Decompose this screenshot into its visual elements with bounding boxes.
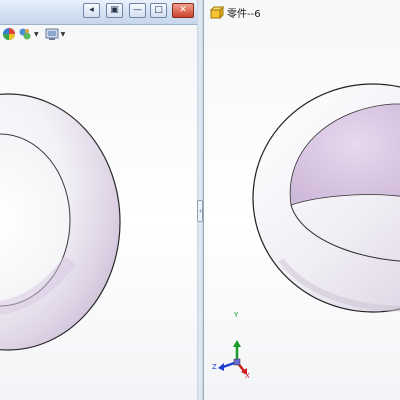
left-document-window[interactable]: ◂ ▣ — □ ✕ ▼ ▼: [0, 0, 198, 400]
z-axis-label: Z: [212, 363, 217, 371]
y-axis-arrow: [233, 340, 241, 347]
maximize-button[interactable]: □: [150, 3, 167, 18]
part-icon: [210, 5, 224, 19]
right-graphics-area[interactable]: [204, 26, 400, 400]
left-window-titlebar[interactable]: ◂ ▣ — □ ✕: [0, 0, 197, 25]
ring-model-right[interactable]: [252, 83, 400, 313]
orientation-triad: [218, 340, 247, 375]
restore-prev-button[interactable]: ◂: [83, 3, 100, 18]
minimize-button[interactable]: —: [129, 3, 146, 18]
document-title[interactable]: 零件--6: [210, 5, 261, 20]
x-axis-label: X: [245, 372, 250, 380]
ring-model-left[interactable]: [0, 93, 121, 351]
left-graphics-area[interactable]: [0, 26, 197, 400]
close-button[interactable]: ✕: [172, 3, 194, 18]
document-title-text: 零件--6: [227, 9, 261, 20]
right-document-window[interactable]: 零件--6 Y X Z: [203, 0, 400, 400]
y-axis-label: Y: [234, 311, 239, 319]
tile-window-button[interactable]: ▣: [106, 3, 123, 18]
z-axis-arrow: [218, 363, 224, 371]
